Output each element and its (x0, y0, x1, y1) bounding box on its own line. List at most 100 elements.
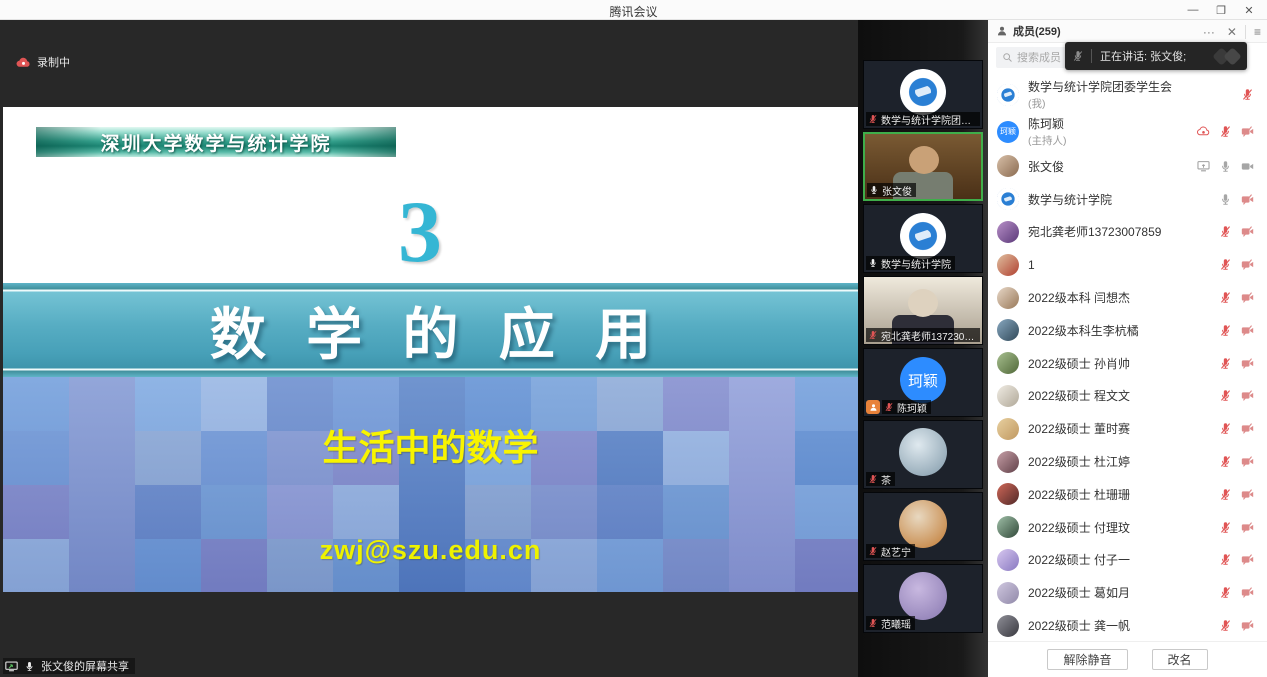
member-avatar (997, 516, 1019, 538)
member-names: 1 (1028, 258, 1219, 272)
maximize-icon[interactable]: ❐ (1207, 0, 1235, 20)
video-thumbnail[interactable]: 范曦瑶 (863, 564, 983, 633)
member-row[interactable]: 珂颖陈珂颖(主持人) (988, 113, 1267, 150)
members-panel-footer: 解除静音 改名 (988, 641, 1267, 677)
participant-name: 张文俊 (882, 183, 912, 198)
menu-icon[interactable]: ≡ (1248, 25, 1267, 39)
member-avatar (997, 615, 1019, 637)
member-status-icons (1219, 225, 1254, 238)
more-icon[interactable]: ··· (1197, 25, 1221, 39)
member-name: 2022级硕士 程文文 (1028, 387, 1219, 404)
member-row[interactable]: 数学与统计学院团委学生会(我) (988, 76, 1267, 113)
slide-title-text: 数学的应用 (170, 290, 692, 371)
mic-on-icon (868, 258, 878, 268)
member-avatar (997, 84, 1019, 106)
video-thumbnail[interactable]: 数学与统计学院团委学... (863, 60, 983, 129)
video-thumbnail[interactable]: 张文俊 (863, 132, 983, 201)
member-names: 2022级硕士 孙肖帅 (1028, 355, 1219, 372)
mic-off-icon (1219, 521, 1232, 534)
mosaic-cell (267, 485, 333, 539)
members-icon (996, 25, 1008, 37)
recording-label: 录制中 (37, 54, 70, 70)
member-names: 2022级硕士 杜珊珊 (1028, 486, 1219, 503)
member-names: 数学与统计学院 (1028, 191, 1219, 208)
screen-share-icon (1197, 160, 1210, 173)
toast-decor-shapes (1213, 42, 1247, 70)
titlebar: 腾讯会议 — ❐ ✕ (0, 0, 1267, 20)
member-row[interactable]: 2022级本科生李杭橘 (988, 314, 1267, 347)
member-row[interactable]: 2022级硕士 付理玟 (988, 511, 1267, 544)
header-divider (1245, 25, 1246, 39)
member-status-icons (1197, 160, 1254, 173)
member-name: 2022级硕士 葛如月 (1028, 584, 1219, 601)
member-names: 2022级硕士 龚一帆 (1028, 617, 1219, 634)
member-names: 宛北龚老师13723007859 (1028, 223, 1219, 240)
close-panel-icon[interactable]: ✕ (1221, 25, 1243, 39)
mic-off-icon (1219, 553, 1232, 566)
member-row[interactable]: 2022级本科 闫想杰 (988, 281, 1267, 314)
unmute-button[interactable]: 解除静音 (1047, 649, 1127, 670)
video-thumbnail[interactable]: 数学与统计学院 (863, 204, 983, 273)
shared-screen-area: 录制中 深圳大学数学与统计学院 3 数学的应用 生活中的数学 zwj@szu.e… (0, 20, 858, 677)
member-status-icons (1219, 619, 1254, 632)
member-avatar (997, 254, 1019, 276)
member-row[interactable]: 1 (988, 248, 1267, 281)
cam-off-icon (1241, 586, 1254, 599)
member-row[interactable]: 2022级硕士 程文文 (988, 380, 1267, 413)
close-icon[interactable]: ✕ (1235, 0, 1263, 20)
member-name: 2022级硕士 龚一帆 (1028, 617, 1219, 634)
video-thumbnail[interactable]: 宛北龚老师13723007859 (863, 276, 983, 345)
member-names: 2022级硕士 程文文 (1028, 387, 1219, 404)
participant-name: 数学与统计学院 (881, 256, 951, 271)
mosaic-cell (333, 485, 399, 539)
member-row[interactable]: 张文俊 (988, 150, 1267, 183)
mic-on-icon (1219, 193, 1232, 206)
video-thumbnail[interactable]: 珂颖陈珂颖 (863, 348, 983, 417)
member-row[interactable]: 2022级硕士 董时赛 (988, 412, 1267, 445)
cam-off-icon (1241, 291, 1254, 304)
member-row[interactable]: 2022级硕士 龚一帆 (988, 609, 1267, 641)
rename-button[interactable]: 改名 (1152, 649, 1208, 670)
member-name: 2022级硕士 付子一 (1028, 551, 1219, 568)
cam-off-icon (1241, 324, 1254, 337)
video-thumbnail[interactable]: 茶 (863, 420, 983, 489)
member-row[interactable]: 2022级硕士 付子一 (988, 544, 1267, 577)
cam-off-icon (1241, 521, 1254, 534)
mosaic-cell (531, 485, 597, 539)
member-names: 2022级硕士 董时赛 (1028, 420, 1219, 437)
thumbnail-label: 陈珂颖 (882, 400, 931, 414)
member-row[interactable]: 2022级硕士 孙肖帅 (988, 347, 1267, 380)
thumbnail-label-row: 张文俊 (867, 183, 916, 197)
panel-header-actions: ··· ✕ ≡ (1197, 20, 1267, 43)
member-status-icons (1219, 553, 1254, 566)
video-thumbnail[interactable]: 赵艺宁 (863, 492, 983, 561)
member-names: 2022级硕士 付理玟 (1028, 519, 1219, 536)
mic-off-icon (1219, 455, 1232, 468)
member-names: 2022级本科生李杭橘 (1028, 322, 1219, 339)
participant-name: 赵艺宁 (881, 544, 911, 559)
member-row[interactable]: 2022级硕士 葛如月 (988, 576, 1267, 609)
member-avatar: 珂颖 (997, 121, 1019, 143)
member-name: 2022级硕士 孙肖帅 (1028, 355, 1219, 372)
member-row[interactable]: 2022级硕士 杜江婷 (988, 445, 1267, 478)
member-avatar (997, 287, 1019, 309)
member-status-icons (1219, 586, 1254, 599)
participant-name: 茶 (881, 472, 891, 487)
member-row[interactable]: 数学与统计学院 (988, 183, 1267, 216)
mosaic-cell (69, 485, 135, 539)
member-names: 2022级本科 闫想杰 (1028, 289, 1219, 306)
cam-off-icon (1241, 553, 1254, 566)
cam-off-icon (1241, 357, 1254, 370)
member-row[interactable]: 宛北龚老师13723007859 (988, 216, 1267, 249)
mic-off-icon (1241, 88, 1254, 101)
member-names: 数学与统计学院团委学生会(我) (1028, 78, 1241, 111)
minimize-icon[interactable]: — (1179, 0, 1207, 20)
member-role: (主持人) (1028, 133, 1197, 148)
screen-share-icon (5, 661, 18, 672)
cloud-record-icon (1197, 125, 1210, 138)
member-row[interactable]: 2022级硕士 杜珊珊 (988, 478, 1267, 511)
mosaic-cell (663, 485, 729, 539)
member-avatar (997, 319, 1019, 341)
thumbnail-label: 张文俊 (867, 183, 916, 197)
members-panel-title: 成员(259) (1013, 23, 1061, 39)
